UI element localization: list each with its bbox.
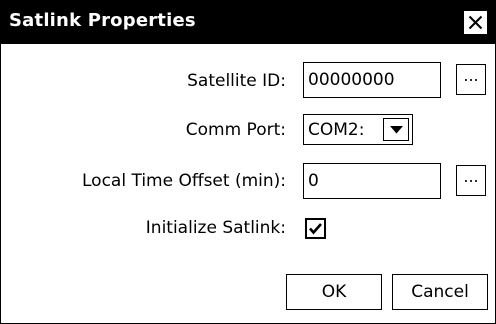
initialize-satlink-checkbox[interactable]	[305, 218, 326, 239]
satellite-id-browse-button[interactable]: ...	[456, 64, 486, 95]
dialog-title: Satlink Properties	[9, 10, 196, 31]
comm-port-label: Comm Port:	[185, 120, 286, 140]
comm-port-selected-value: COM2:	[308, 120, 365, 140]
initialize-satlink-label: Initialize Satlink:	[145, 218, 286, 238]
title-bar[interactable]: Satlink Properties	[1, 1, 495, 44]
local-time-offset-browse-button[interactable]: ...	[456, 165, 486, 196]
satellite-id-label: Satellite ID:	[187, 71, 286, 91]
cancel-button[interactable]: Cancel	[392, 274, 488, 310]
close-icon	[468, 15, 483, 30]
close-button[interactable]	[463, 10, 488, 35]
chevron-down-icon	[390, 126, 403, 134]
ok-button[interactable]: OK	[286, 274, 382, 310]
local-time-offset-label: Local Time Offset (min):	[82, 171, 286, 191]
checkmark-icon	[309, 223, 322, 235]
satlink-properties-dialog: Satlink Properties Satellite ID: 0000000…	[0, 0, 496, 324]
comm-port-select[interactable]: COM2:	[303, 114, 413, 145]
comm-port-dropdown-button[interactable]	[383, 118, 409, 141]
satellite-id-input[interactable]: 00000000	[303, 62, 441, 98]
local-time-offset-input[interactable]: 0	[303, 163, 441, 199]
